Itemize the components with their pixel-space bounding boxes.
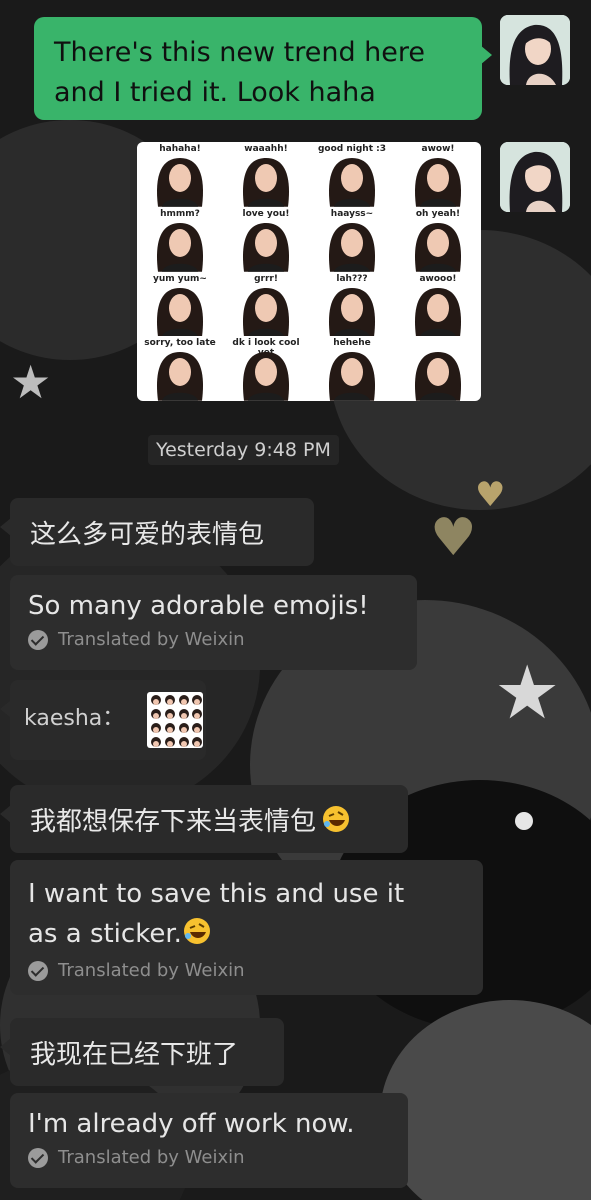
message-text: There's this new trend here and I tried … — [54, 37, 426, 108]
sticker-face — [242, 158, 290, 207]
rofl-emoji — [183, 918, 210, 944]
sticker-cell: grrr! — [223, 272, 309, 337]
sticker-caption: hmmm? — [160, 208, 200, 219]
message-text: 我现在已经下班了 — [30, 1040, 239, 1070]
translation-bubble[interactable]: I want to save this and use it as a stic… — [10, 860, 483, 995]
sticker-face — [156, 352, 204, 401]
translated-text: I want to save this and use it as a stic… — [28, 879, 405, 949]
sticker-cell: oh yeah! — [395, 207, 481, 272]
sticker-caption: love you! — [242, 208, 290, 219]
sticker-caption: lah??? — [336, 273, 368, 284]
message-text: 这么多可爱的表情包 — [30, 520, 265, 550]
sticker-caption: waaahh! — [244, 144, 288, 154]
sticker-face — [156, 287, 204, 337]
sticker-cell: lah??? — [309, 272, 395, 337]
sticker-caption: hahaha! — [159, 144, 201, 154]
sticker-face — [328, 222, 376, 272]
sticker-cell: waaahh! — [223, 142, 309, 207]
sticker-caption: hehehe — [333, 338, 371, 349]
sticker-face — [242, 287, 290, 337]
sticker-cell: awow! — [395, 142, 481, 207]
sticker-cell: hmmm? — [137, 207, 223, 272]
check-circle-icon — [28, 1147, 48, 1168]
quoted-message[interactable]: kaesha： — [0, 680, 206, 760]
sticker-face — [242, 352, 290, 401]
sticker-caption: awooo! — [419, 273, 457, 284]
sticker-face — [414, 287, 462, 337]
incoming-message[interactable]: 我现在已经下班了 — [0, 1018, 284, 1086]
sticker-face — [414, 222, 462, 272]
sticker-sheet-image[interactable]: hahaha! waaahh! good night :3 awow! hmmm? lov… — [137, 142, 481, 401]
rofl-emoji — [323, 806, 350, 832]
quoted-image-thumbnail[interactable] — [147, 692, 203, 748]
sticker-cell: hahaha! — [137, 142, 223, 207]
sticker-cell: sorry, too late — [137, 336, 223, 401]
sticker-face — [328, 158, 376, 207]
translated-by-label: Translated by Weixin — [58, 960, 245, 981]
outgoing-message[interactable]: There's this new trend here and I tried … — [34, 17, 492, 120]
sticker-caption: oh yeah! — [415, 208, 461, 219]
sticker-cell: hehehe — [309, 336, 395, 401]
translated-text: So many adorable emojis! — [28, 591, 369, 621]
sticker-caption: sorry, too late — [144, 338, 216, 349]
translated-by-label: Translated by Weixin — [58, 1147, 245, 1168]
sticker-face — [156, 222, 204, 272]
translated-text: I'm already off work now. — [28, 1109, 355, 1139]
incoming-message[interactable]: 这么多可爱的表情包 — [0, 498, 314, 566]
sticker-face — [156, 158, 204, 207]
sticker-face — [414, 352, 462, 401]
translation-bubble[interactable]: I'm already off work now. Translated by … — [10, 1093, 408, 1188]
translated-by-label: Translated by Weixin — [58, 629, 245, 650]
sticker-face — [328, 287, 376, 337]
check-circle-icon — [28, 629, 48, 650]
sticker-cell: awooo! — [395, 272, 481, 337]
check-circle-icon — [28, 960, 48, 981]
translation-bubble[interactable]: So many adorable emojis! Translated by W… — [10, 575, 417, 670]
sticker-cell: yum yum~ — [137, 272, 223, 337]
sticker-cell: love you! — [223, 207, 309, 272]
sticker-caption: awow! — [421, 144, 455, 154]
user-avatar[interactable] — [500, 15, 570, 85]
user-avatar[interactable] — [500, 142, 570, 212]
sticker-caption: good night :3 — [317, 144, 387, 154]
sticker-cell: good night :3 — [309, 142, 395, 207]
message-text: 我都想保存下来当表情包 — [30, 807, 317, 837]
sticker-face — [328, 352, 376, 401]
sticker-caption: yum yum~ — [153, 273, 207, 284]
sticker-face — [414, 158, 462, 207]
sticker-cell: dk i look cool yet — [223, 336, 309, 401]
timestamp: Yesterday 9:48 PM — [148, 435, 339, 465]
sticker-cell — [395, 336, 481, 401]
quote-sender: kaesha： — [24, 706, 125, 731]
sticker-cell: haayss~ — [309, 207, 395, 272]
sticker-face — [242, 222, 290, 272]
sticker-caption: grrr! — [254, 273, 278, 284]
incoming-message[interactable]: 我都想保存下来当表情包 — [0, 785, 408, 853]
sticker-caption: haayss~ — [330, 208, 374, 219]
